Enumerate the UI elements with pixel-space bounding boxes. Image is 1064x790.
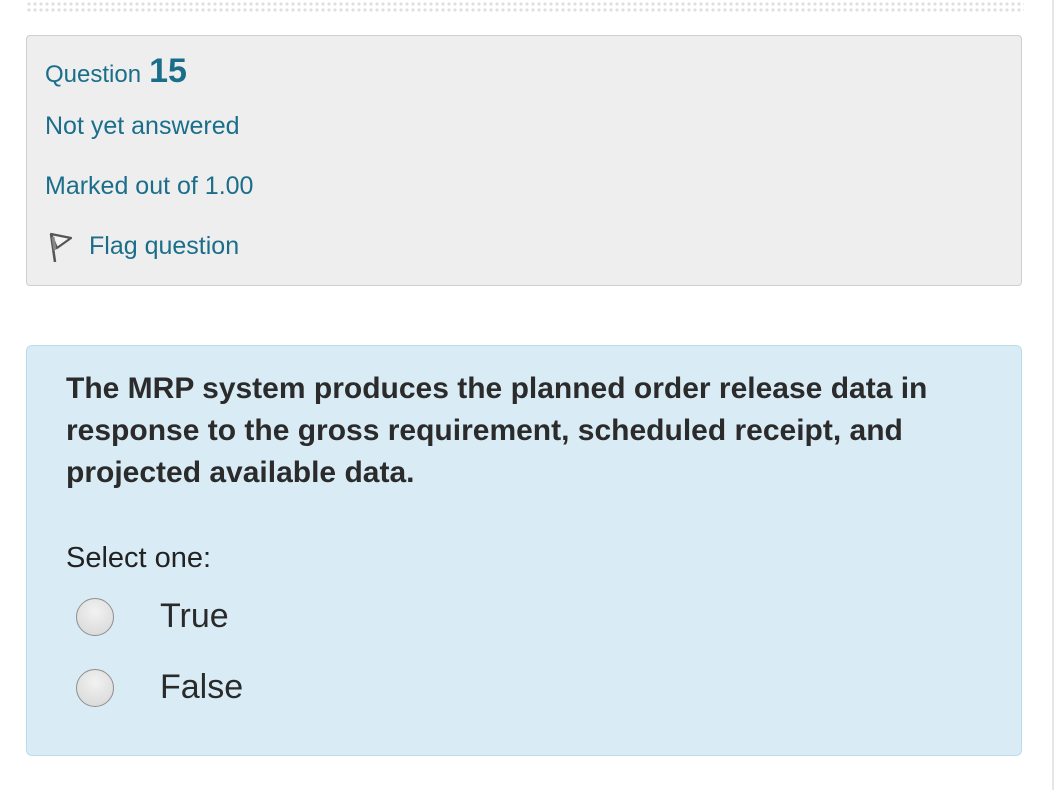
flag-icon <box>45 228 77 264</box>
answer-option-false[interactable]: False <box>76 668 243 707</box>
radio-button-true[interactable] <box>76 597 114 636</box>
answer-prompt: Select one: <box>66 542 212 574</box>
answer-option-true[interactable]: True <box>76 597 229 636</box>
answer-option-label: False <box>160 668 244 706</box>
question-text: The MRP system produces the planned orde… <box>66 372 928 489</box>
question-heading: Question 15 <box>45 52 187 91</box>
flag-question-button[interactable]: Flag question <box>45 228 239 264</box>
right-border-rule <box>1052 0 1054 790</box>
question-number: 15 <box>149 52 187 90</box>
answer-option-label: True <box>160 597 229 635</box>
question-grade: Marked out of 1.00 <box>45 172 254 200</box>
flag-question-label: Flag question <box>89 231 240 260</box>
question-state: Not yet answered <box>45 112 240 140</box>
question-label: Question <box>45 61 142 88</box>
quiz-page: Question 15 Not yet answered Marked out … <box>0 0 1064 790</box>
radio-button-false[interactable] <box>76 668 114 707</box>
dotted-separator <box>26 0 1024 14</box>
